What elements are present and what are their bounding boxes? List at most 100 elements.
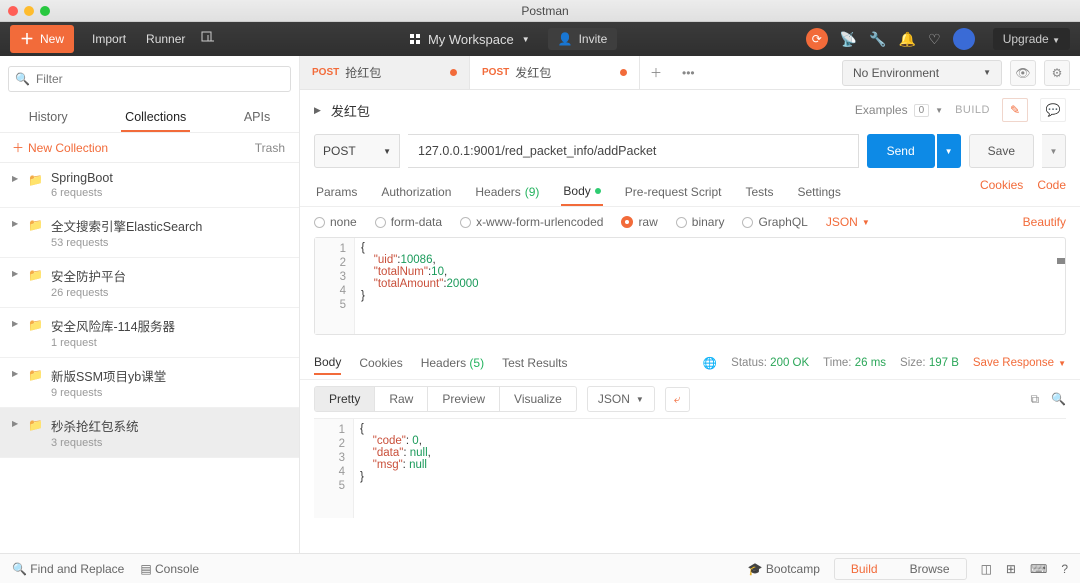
body-type-urlencoded[interactable]: x-www-form-urlencoded: [460, 215, 603, 229]
bootcamp-button[interactable]: 🎓 Bootcamp: [748, 562, 820, 576]
expand-caret-icon[interactable]: ▶: [314, 105, 321, 116]
console-button[interactable]: ▤ Console: [140, 562, 199, 576]
build-browse-toggle[interactable]: Build Browse: [834, 558, 967, 580]
response-format-select[interactable]: JSON▼: [587, 386, 655, 412]
heart-icon[interactable]: ♡: [928, 31, 941, 48]
bell-icon[interactable]: 🔔: [899, 31, 916, 48]
send-button[interactable]: Send: [867, 134, 935, 168]
layout-icon[interactable]: ⊞: [1006, 562, 1016, 576]
view-raw[interactable]: Raw: [375, 387, 428, 411]
save-button[interactable]: Save: [969, 134, 1034, 168]
copy-icon[interactable]: ⧉: [1030, 392, 1039, 407]
network-icon[interactable]: 🌐: [703, 356, 717, 370]
body-type-graphql[interactable]: GraphQL: [742, 215, 807, 229]
env-preview-icon[interactable]: 👁: [1010, 60, 1036, 86]
settings-gear-icon[interactable]: ⚙: [1044, 60, 1070, 86]
find-replace-button[interactable]: 🔍 Find and Replace: [12, 562, 124, 576]
request-tab-1[interactable]: POST 发红包: [470, 56, 640, 89]
invite-button[interactable]: 👤 Invite: [548, 28, 618, 50]
minimap-icon: [1057, 258, 1065, 264]
body-type-binary[interactable]: binary: [676, 215, 725, 229]
request-tab-0[interactable]: POST 抢红包: [300, 56, 470, 89]
body-type-formdata[interactable]: form-data: [375, 215, 442, 229]
tab-menu-icon[interactable]: •••: [672, 56, 705, 89]
collection-item[interactable]: ▶📁秒杀抢红包系统3 requests: [0, 408, 299, 458]
close-window[interactable]: [8, 6, 18, 16]
tab-tests[interactable]: Tests: [743, 178, 775, 206]
tab-collections[interactable]: Collections: [121, 104, 190, 132]
comments-icon[interactable]: 💬: [1040, 98, 1066, 122]
url-input[interactable]: [408, 134, 859, 168]
collection-item[interactable]: ▶📁安全防护平台26 requests: [0, 258, 299, 308]
workspace-select[interactable]: My Workspace ▼: [410, 32, 530, 47]
sync-icon[interactable]: ⟳: [806, 28, 828, 50]
collection-item[interactable]: ▶📁安全风险库-114服务器1 request: [0, 308, 299, 358]
body-type-none[interactable]: none: [314, 215, 357, 229]
collection-item[interactable]: ▶📁SpringBoot6 requests: [0, 163, 299, 208]
edit-icon[interactable]: ✎: [1002, 98, 1028, 122]
save-response-button[interactable]: Save Response▼: [973, 357, 1066, 369]
cookies-link[interactable]: Cookies: [980, 178, 1023, 206]
satellite-icon[interactable]: 📡: [840, 31, 857, 48]
runner-button[interactable]: Runner: [136, 28, 195, 50]
avatar[interactable]: [953, 28, 975, 50]
upgrade-button[interactable]: Upgrade ▼: [993, 28, 1070, 50]
response-tab-results[interactable]: Test Results: [502, 352, 567, 374]
body-format-select[interactable]: JSON▼: [826, 215, 870, 229]
tab-settings[interactable]: Settings: [796, 178, 843, 206]
new-collection-button[interactable]: ＋New Collection: [12, 139, 108, 156]
collection-sub: 6 requests: [51, 187, 113, 199]
trash-button[interactable]: Trash: [255, 141, 285, 155]
caret-down-icon: ▼: [383, 147, 391, 156]
request-body-editor[interactable]: 12345 { "uid":10086, "totalNum":10, "tot…: [314, 237, 1066, 335]
build-toggle[interactable]: Build: [835, 559, 894, 579]
code-link[interactable]: Code: [1037, 178, 1066, 206]
tab-apis[interactable]: APIs: [240, 104, 274, 132]
tab-prerequest[interactable]: Pre-request Script: [623, 178, 724, 206]
search-icon[interactable]: 🔍: [1051, 392, 1066, 407]
wrench-icon[interactable]: 🔧: [869, 31, 886, 48]
response-body-editor[interactable]: 12345 { "code": 0, "data": null, "msg": …: [314, 418, 1066, 518]
view-preview[interactable]: Preview: [428, 387, 500, 411]
wrap-lines-icon[interactable]: ⤶: [665, 387, 690, 412]
two-pane-icon[interactable]: ◫: [981, 562, 992, 576]
collection-item[interactable]: ▶📁全文搜索引擎ElasticSearch53 requests: [0, 208, 299, 258]
minimize-window[interactable]: [24, 6, 34, 16]
open-new-icon[interactable]: [195, 29, 221, 50]
tab-headers[interactable]: Headers (9): [473, 178, 541, 206]
tab-history[interactable]: History: [25, 104, 72, 132]
browse-toggle[interactable]: Browse: [894, 559, 966, 579]
view-visualize[interactable]: Visualize: [500, 387, 576, 411]
collection-item[interactable]: ▶📁新版SSM项目yb课堂9 requests: [0, 358, 299, 408]
tab-body[interactable]: Body: [561, 178, 602, 206]
chevron-right-icon: ▶: [12, 416, 20, 449]
keyboard-icon[interactable]: ⌨: [1030, 562, 1047, 576]
examples-count: 0: [914, 104, 930, 117]
view-pretty[interactable]: Pretty: [315, 387, 375, 411]
send-dropdown[interactable]: ▼: [937, 134, 961, 168]
traffic-lights[interactable]: [8, 6, 50, 16]
filter-box[interactable]: 🔍: [8, 66, 291, 92]
response-tab-headers[interactable]: Headers (5): [421, 352, 484, 374]
collection-name: 安全风险库-114服务器: [51, 316, 175, 335]
maximize-window[interactable]: [40, 6, 50, 16]
beautify-button[interactable]: Beautify: [1023, 215, 1066, 229]
folder-icon: 📁: [28, 366, 43, 399]
tab-authorization[interactable]: Authorization: [379, 178, 453, 206]
filter-input[interactable]: [36, 72, 284, 86]
caret-down-icon: ▼: [983, 68, 991, 77]
size-label: Size:: [900, 357, 926, 369]
caret-down-icon: ▼: [935, 106, 943, 115]
import-button[interactable]: Import: [82, 28, 136, 50]
add-tab-button[interactable]: ＋: [640, 56, 672, 89]
examples-button[interactable]: Examples0▼: [855, 103, 943, 117]
save-dropdown[interactable]: ▼: [1042, 134, 1066, 168]
help-icon[interactable]: ?: [1061, 562, 1068, 576]
method-select[interactable]: POST▼: [314, 134, 400, 168]
response-tab-body[interactable]: Body: [314, 351, 341, 375]
new-button[interactable]: ＋New: [10, 25, 74, 53]
environment-select[interactable]: No Environment▼: [842, 60, 1002, 86]
response-tab-cookies[interactable]: Cookies: [359, 352, 402, 374]
body-type-raw[interactable]: raw: [621, 215, 657, 229]
tab-params[interactable]: Params: [314, 178, 359, 206]
